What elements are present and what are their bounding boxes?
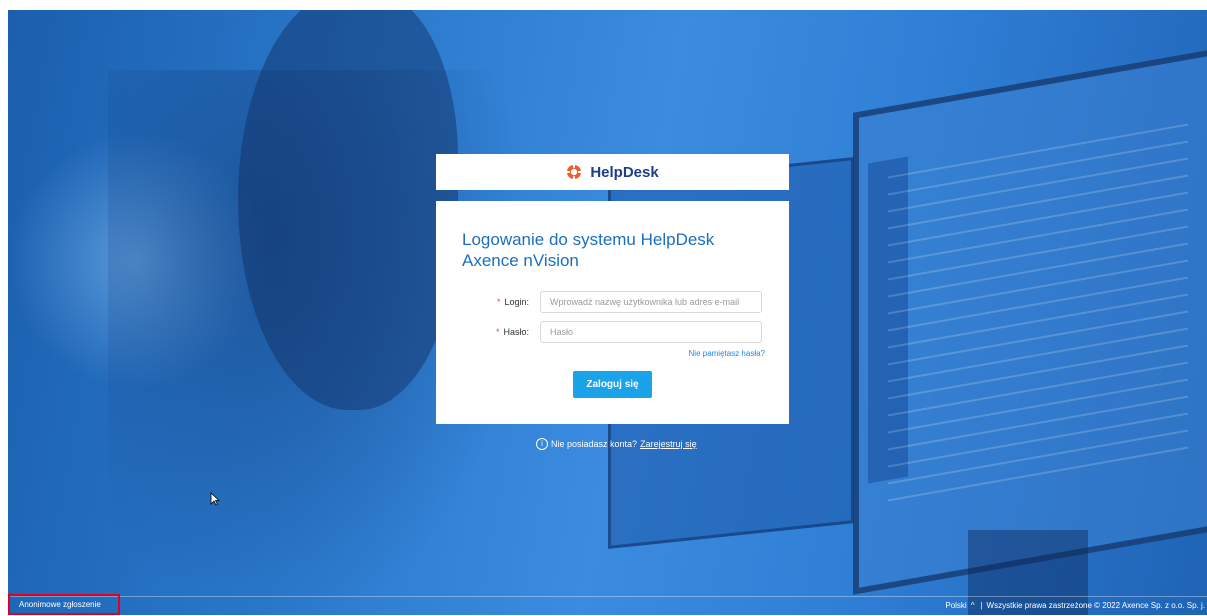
required-mark: * — [495, 327, 500, 337]
mouse-cursor-icon — [210, 492, 221, 506]
register-link[interactable]: Zarejestruj się — [640, 439, 697, 449]
required-mark: * — [496, 297, 501, 307]
register-prompt: i Nie posiadasz konta? Zarejestruj się — [536, 438, 697, 450]
footer: Anonimowe zgłoszenie Polski ^ | Wszystki… — [8, 594, 1207, 616]
brand-name: HelpDesk — [590, 163, 659, 181]
background-light — [8, 130, 268, 390]
password-input[interactable] — [540, 321, 762, 343]
footer-right: Polski ^ | Wszystkie prawa zastrzeżone ©… — [945, 601, 1205, 610]
copyright-text: Wszystkie prawa zastrzeżone © 2022 Axenc… — [986, 601, 1205, 610]
password-label-text: Hasło: — [503, 327, 529, 337]
chevron-up-icon[interactable]: ^ — [971, 601, 975, 610]
login-form: Logowanie do systemu HelpDesk Axence nVi… — [436, 201, 789, 424]
brand-header: HelpDesk — [436, 154, 789, 190]
login-row: * Login: — [436, 291, 789, 315]
login-button[interactable]: Zaloguj się — [573, 371, 652, 398]
lifebuoy-icon — [566, 164, 582, 180]
password-label: * Hasło: — [496, 327, 529, 337]
login-title-line-1: Logowanie do systemu HelpDesk — [462, 230, 715, 249]
login-label-text: Login: — [504, 297, 529, 307]
anonymous-report-link[interactable]: Anonimowe zgłoszenie — [8, 594, 120, 615]
login-input[interactable] — [540, 291, 762, 313]
background-person-hair — [238, 10, 458, 410]
forgot-password-link[interactable]: Nie pamiętasz hasła? — [689, 349, 765, 358]
language-selector[interactable]: Polski — [945, 601, 966, 610]
info-icon: i — [536, 438, 548, 450]
login-title: Logowanie do systemu HelpDesk Axence nVi… — [462, 229, 772, 271]
background-monitor-rows — [888, 123, 1188, 507]
password-row: * Hasło: — [436, 321, 789, 345]
login-label: * Login: — [497, 297, 529, 307]
background-monitor-sidebar — [868, 156, 908, 484]
background-monitor — [853, 47, 1207, 595]
register-prompt-text: Nie posiadasz konta? — [551, 439, 638, 449]
footer-separator: | — [980, 601, 983, 610]
login-title-line-2: Axence nVision — [462, 251, 579, 270]
